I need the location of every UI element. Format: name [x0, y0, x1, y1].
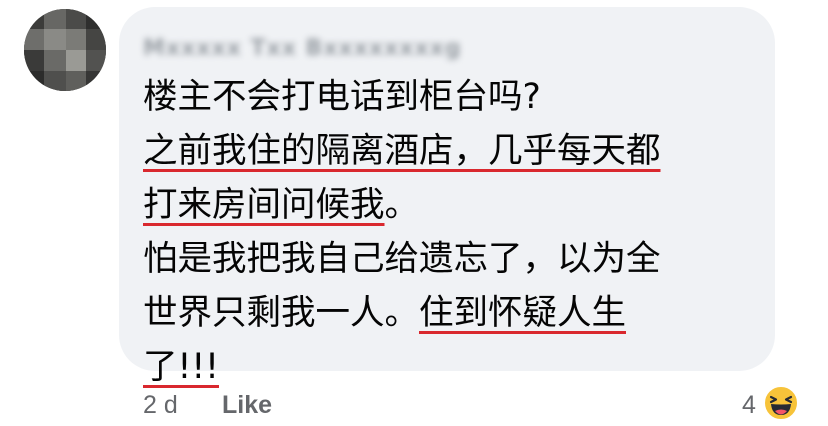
- comment-line: 楼主不会打电话到柜台吗?: [143, 70, 763, 124]
- comment-timestamp[interactable]: 2 d: [143, 389, 178, 421]
- like-button[interactable]: Like: [222, 389, 272, 421]
- avatar[interactable]: [24, 9, 106, 91]
- pixelated-avatar-image: [24, 9, 106, 91]
- reaction-count: 4: [742, 390, 756, 419]
- comment-line: 打来房间问候我。: [143, 178, 763, 232]
- underlined-text-segment: 住到怀疑人生: [419, 293, 626, 333]
- haha-emoji-icon: [762, 384, 800, 426]
- underlined-text-segment: 之前我住的隔离酒店，几乎每天都: [143, 131, 661, 171]
- comment-line: 了!!!: [143, 340, 763, 394]
- author-name-blurred[interactable]: Mxxxxx Txx Bxxxxxxxxg: [143, 36, 462, 61]
- text-segment: 世界只剩我一人。: [143, 293, 419, 333]
- text-segment: 。: [384, 185, 420, 225]
- comment-line: 世界只剩我一人。住到怀疑人生: [143, 286, 763, 340]
- comment-line: 之前我住的隔离酒店，几乎每天都: [143, 124, 763, 178]
- comment-line: 怕是我把我自己给遗忘了，以为全: [143, 232, 763, 286]
- comment-author[interactable]: Mxxxxx Txx Bxxxxxxxxg: [143, 33, 499, 63]
- comment-text: 楼主不会打电话到柜台吗? 之前我住的隔离酒店，几乎每天都 打来房间问候我。 怕是我把我…: [143, 70, 763, 394]
- underlined-text-segment: 了!!!: [143, 347, 219, 387]
- underlined-text-segment: 打来房间问候我: [143, 185, 385, 225]
- text-segment: 怕是我把我自己给遗忘了，以为全: [143, 239, 661, 279]
- reaction-summary[interactable]: 4: [742, 384, 800, 426]
- text-segment: 楼主不会打电话到柜台吗?: [143, 77, 541, 117]
